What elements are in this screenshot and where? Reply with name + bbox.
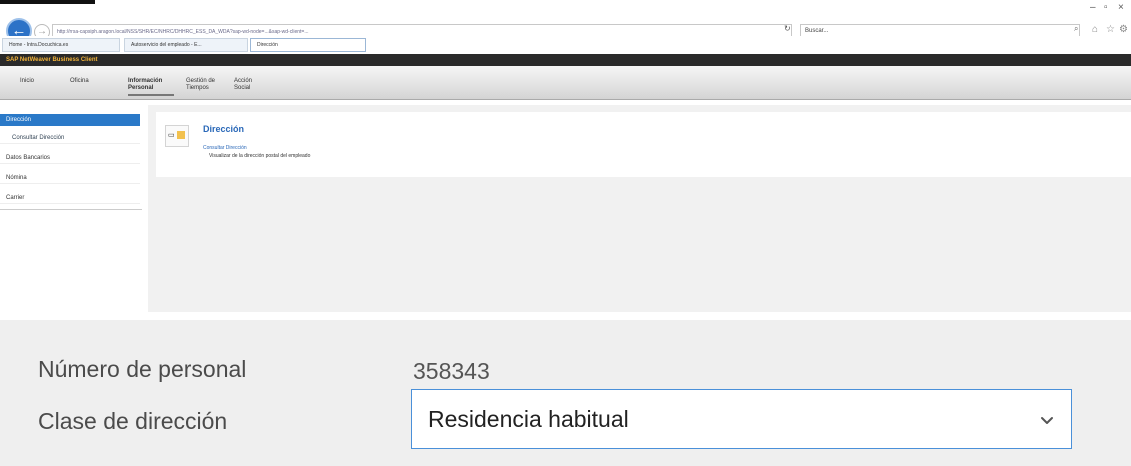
maximize-icon[interactable]: ▫ bbox=[1104, 2, 1108, 13]
nav-informacion-personal[interactable]: Información Personal bbox=[128, 78, 174, 96]
address-class-select[interactable]: Residencia habitual bbox=[411, 389, 1072, 449]
panel-title: Dirección bbox=[203, 124, 245, 134]
address-class-value: Residencia habitual bbox=[428, 406, 629, 432]
sidebar-item-direccion[interactable]: Dirección bbox=[0, 114, 140, 126]
chevron-down-icon bbox=[1041, 417, 1053, 424]
separator bbox=[0, 312, 1131, 320]
browser-window: – ▫ × ← → http://rrsa-capsiph.aragon.loc… bbox=[0, 0, 1131, 320]
personal-number-value: 358343 bbox=[413, 358, 490, 384]
sidebar-item-consultar-direccion[interactable]: Consultar Dirección bbox=[0, 132, 140, 144]
direccion-panel bbox=[156, 112, 1131, 177]
tab-autoservicio[interactable]: Autoservicio del empleado - E... bbox=[124, 38, 248, 52]
panel-description: Visualizar de la dirección postal del em… bbox=[209, 153, 311, 159]
sidebar-item-datos-bancarios[interactable]: Datos Bancarios bbox=[0, 152, 140, 164]
refresh-icon[interactable]: ↻ bbox=[784, 24, 791, 33]
sidebar: Dirección Consultar Dirección Datos Banc… bbox=[0, 114, 142, 210]
nav-oficina[interactable]: Oficina bbox=[70, 78, 89, 85]
tab-direccion[interactable]: Dirección bbox=[250, 38, 366, 52]
black-strip bbox=[0, 0, 95, 4]
nav-accion-social[interactable]: Acción Social bbox=[234, 78, 264, 92]
sidebar-item-nomina[interactable]: Nómina bbox=[0, 172, 140, 184]
sap-navbar: Inicio Oficina Información Personal Gest… bbox=[0, 66, 1131, 100]
tab-home[interactable]: Home - Intra.Docuchica.es bbox=[2, 38, 120, 52]
close-icon[interactable]: × bbox=[1118, 2, 1124, 13]
settings-icon[interactable]: ⚙ bbox=[1119, 24, 1128, 35]
consultar-direccion-link[interactable]: Consultar Dirección bbox=[203, 145, 247, 151]
sidebar-item-carrier[interactable]: Carrier bbox=[0, 192, 140, 204]
address-class-label: Clase de dirección bbox=[38, 408, 228, 434]
favorites-icon[interactable]: ☆ bbox=[1106, 24, 1115, 35]
nav-inicio[interactable]: Inicio bbox=[20, 78, 34, 85]
personal-number-label: Número de personal bbox=[38, 356, 247, 382]
minimize-icon[interactable]: – bbox=[1090, 2, 1096, 13]
home-icon[interactable]: ⌂ bbox=[1092, 24, 1098, 35]
address-card-icon: ▭ bbox=[165, 125, 189, 147]
search-icon[interactable]: ⌕ bbox=[1074, 24, 1078, 34]
sidebar-divider bbox=[0, 209, 142, 210]
sap-title-bar: SAP NetWeaver Business Client bbox=[0, 54, 1131, 66]
nav-gestion-tiempos[interactable]: Gestión de Tiempos bbox=[186, 78, 224, 92]
